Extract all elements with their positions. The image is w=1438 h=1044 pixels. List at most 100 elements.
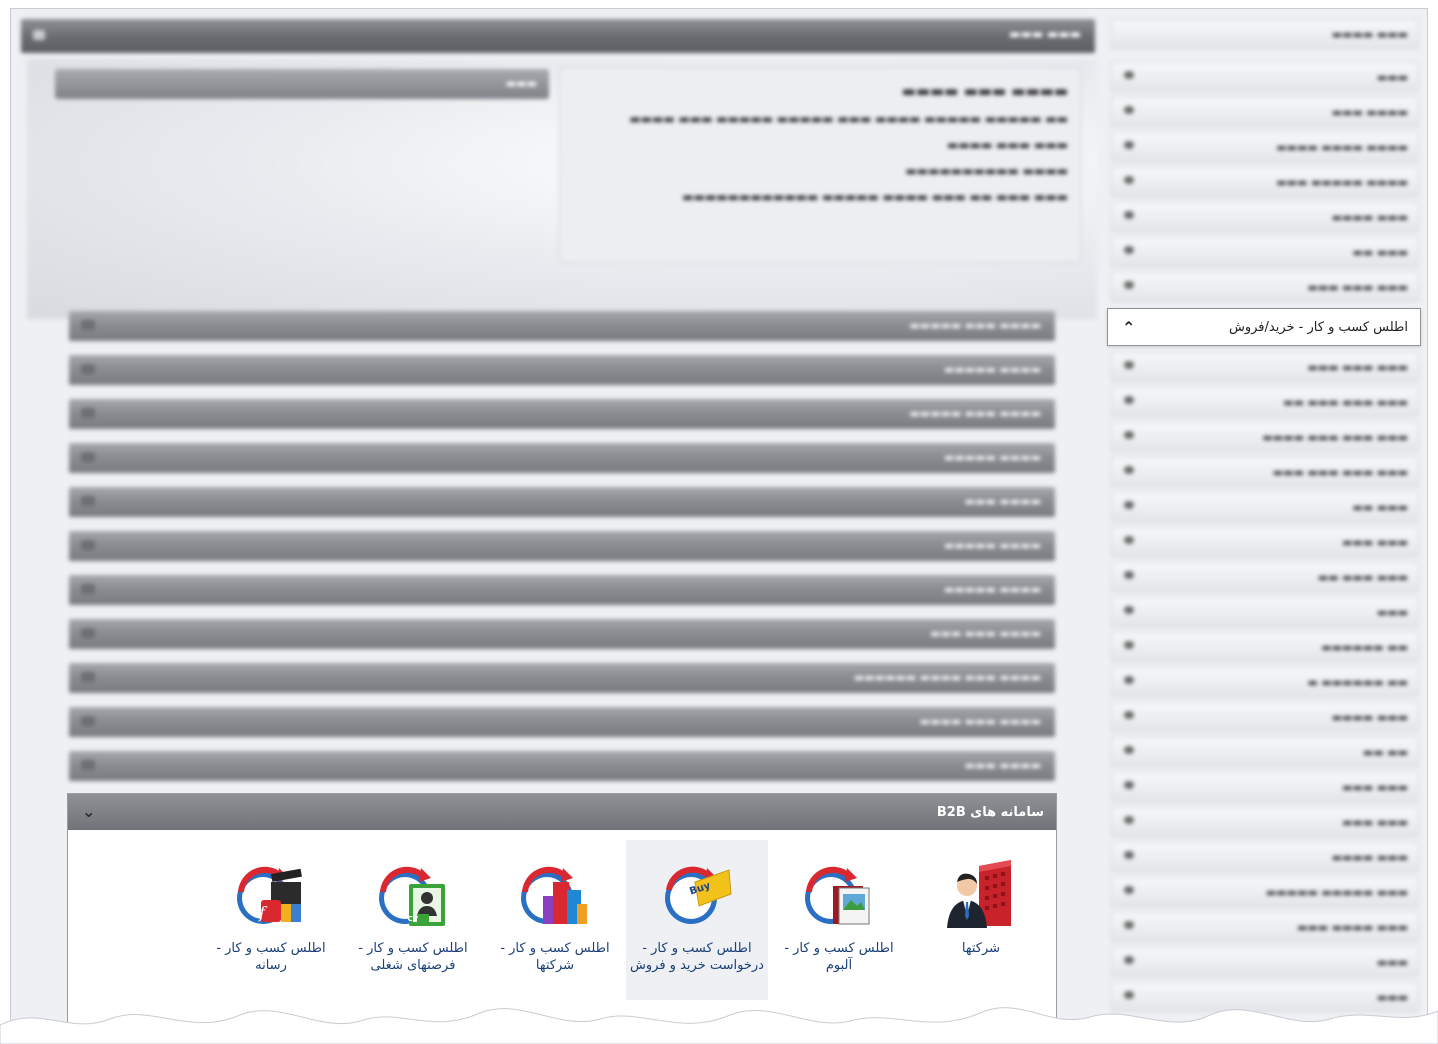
- sidebar-item[interactable]: ▬▬▬ ▬▬▬▬ ▬▬▬: [1111, 912, 1419, 942]
- header-collapse-icon[interactable]: [33, 30, 45, 40]
- tile-label: اطلس کسب و کار - فرصتهای شغلی: [358, 941, 468, 973]
- chevron-down-icon[interactable]: ⌄: [82, 804, 95, 820]
- chevron-icon: [1124, 746, 1134, 754]
- torn-edge-decoration: [0, 1007, 1438, 1044]
- mini-panel-bar[interactable]: ▬▬▬: [55, 69, 549, 99]
- panel-bar[interactable]: ▬▬▬▬ ▬▬▬▬▬: [69, 443, 1055, 473]
- sidebar-item[interactable]: ▬▬▬ ▬▬▬▬: [1111, 19, 1419, 49]
- b2b-tile-companies[interactable]: شرکتها: [910, 840, 1052, 1000]
- sidebar-item[interactable]: ▬▬▬ ▬▬▬▬: [1111, 202, 1419, 232]
- sidebar-item[interactable]: ▬▬▬ ▬▬▬: [1111, 527, 1419, 557]
- panel-collapse-icon: [81, 408, 95, 418]
- panel-collapse-icon: [81, 716, 95, 726]
- cv-jobs-icon: CV: [379, 866, 445, 926]
- chevron-icon: [1124, 606, 1134, 614]
- main-header-bar: ▬▬▬ ▬▬▬: [21, 19, 1095, 53]
- chevron-icon: [1124, 851, 1134, 859]
- panel-bar[interactable]: ▬▬▬▬ ▬▬▬▬▬: [69, 355, 1055, 385]
- panel-collapse-icon: [81, 496, 95, 506]
- sidebar-item[interactable]: ▬▬ ▬▬▬▬▬▬ ▬: [1111, 667, 1419, 697]
- sidebar-item[interactable]: ▬▬▬ ▬▬▬ ▬▬▬: [1111, 272, 1419, 302]
- sidebar-item[interactable]: ▬▬▬ ▬▬: [1111, 492, 1419, 522]
- chevron-up-icon[interactable]: ⌃: [1122, 318, 1135, 337]
- b2b-tile-media[interactable]: f اطلس کسب و کار - رسانه: [200, 840, 342, 1000]
- sidebar-item-label: ▬▬ ▬▬▬▬▬▬ ▬: [1307, 676, 1408, 689]
- header-title: ▬▬▬ ▬▬▬: [1009, 27, 1081, 41]
- sidebar-item[interactable]: ▬▬▬ ▬▬▬ ▬▬▬: [1111, 352, 1419, 382]
- app-window: ▬▬▬ ▬▬▬ ▬▬▬ ▬▬▬▬ ▬▬▬ ▬▬▬▬ ▬▬ ▬▬▬▬▬ ▬▬▬▬▬…: [10, 8, 1428, 1038]
- chevron-icon: [1124, 641, 1134, 649]
- chevron-icon: [1124, 781, 1134, 789]
- sidebar-item-label: ▬▬▬ ▬▬▬▬▬ ▬▬▬▬▬: [1265, 886, 1408, 899]
- sidebar-item[interactable]: ▬▬▬ ▬▬▬ ▬▬▬ ▬▬▬▬: [1111, 422, 1419, 452]
- panel-bar-title: ▬▬▬▬ ▬▬▬ ▬▬▬▬ ▬▬▬▬▬▬: [853, 671, 1041, 684]
- panel-bar[interactable]: ▬▬▬▬ ▬▬▬: [69, 751, 1055, 781]
- panel-bar[interactable]: ▬▬▬▬ ▬▬▬ ▬▬▬▬▬: [69, 399, 1055, 429]
- chevron-icon: [1124, 71, 1134, 79]
- chevron-icon: [1124, 281, 1134, 289]
- sidebar-item-label: ▬▬ ▬▬: [1362, 746, 1408, 759]
- panel-bar[interactable]: ▬▬▬▬ ▬▬▬ ▬▬▬▬▬: [69, 311, 1055, 341]
- panel-bar-title: ▬▬▬▬ ▬▬▬▬▬: [943, 363, 1041, 376]
- last-login: ▬▬▬ ▬▬▬ ▬▬ ▬▬▬ ▬▬▬▬ ▬▬▬▬▬ ▬▬▬▬▬▬▬▬▬▬▬▬: [682, 190, 1068, 204]
- login-time: ▬▬▬ ▬▬▬ ▬▬▬▬: [946, 138, 1068, 152]
- sidebar-item-label: ▬▬▬ ▬▬▬ ▬▬▬ ▬▬▬: [1272, 466, 1408, 479]
- sidebar-item[interactable]: ▬▬▬ ▬▬▬ ▬▬▬ ▬▬: [1111, 387, 1419, 417]
- sidebar-item[interactable]: ▬▬▬ ▬▬▬▬: [1111, 842, 1419, 872]
- media-icon: f: [237, 866, 302, 924]
- sidebar-item-label: ▬▬▬ ▬▬: [1352, 501, 1408, 514]
- panel-collapse-icon: [81, 628, 95, 638]
- b2b-tile-buy-sell[interactable]: Buy sell اطلس کسب و کار - درخواست خرید و…: [626, 840, 768, 1000]
- b2b-tile-album[interactable]: اطلس کسب و کار - آلبوم: [768, 840, 910, 1000]
- sidebar-item-active[interactable]: اطلس کسب و کار - خرید/فروش ⌃: [1107, 308, 1421, 346]
- b2b-tile-atlas-companies[interactable]: اطلس کسب و کار - شرکتها: [484, 840, 626, 1000]
- album-icon: [805, 866, 870, 925]
- sidebar-item-label: ▬▬▬▬ ▬▬▬▬▬ ▬▬▬: [1276, 176, 1408, 189]
- sidebar-item[interactable]: ▬▬▬ ▬▬▬ ▬▬: [1111, 562, 1419, 592]
- sidebar-item[interactable]: ▬▬▬: [1111, 62, 1419, 92]
- sidebar-item-active-label: اطلس کسب و کار - خرید/فروش: [1228, 319, 1408, 335]
- chevron-icon: [1124, 141, 1134, 149]
- sidebar-item[interactable]: ▬▬▬▬ ▬▬▬: [1111, 97, 1419, 127]
- sidebar-item-label: ▬▬▬ ▬▬▬▬ ▬▬▬: [1297, 921, 1408, 934]
- sidebar-item-label: ▬▬▬ ▬▬▬▬: [1331, 211, 1408, 224]
- panel-bar[interactable]: ▬▬▬▬ ▬▬▬ ▬▬▬▬ ▬▬▬▬▬▬: [69, 663, 1055, 693]
- chevron-icon: [1124, 711, 1134, 719]
- buy-sell-icon: Buy sell: [665, 866, 732, 924]
- welcome-message: ▬▬ ▬▬▬▬▬ ▬▬▬▬▬ ▬▬▬▬ ▬▬▬ ▬▬▬▬▬ ▬▬▬▬▬ ▬▬▬ …: [629, 112, 1068, 126]
- sidebar-item[interactable]: ▬▬▬: [1111, 597, 1419, 627]
- panel-bar[interactable]: ▬▬▬▬ ▬▬▬ ▬▬▬▬: [69, 707, 1055, 737]
- chevron-icon: [1124, 676, 1134, 684]
- sidebar-item-label: ▬▬▬▬ ▬▬▬▬ ▬▬▬▬: [1276, 141, 1408, 154]
- chevron-icon: [1124, 361, 1134, 369]
- sidebar-item-label: ▬▬▬▬ ▬▬▬: [1331, 106, 1408, 119]
- sidebar-item[interactable]: ▬▬▬▬ ▬▬▬▬ ▬▬▬▬: [1111, 132, 1419, 162]
- sidebar-item-label: ▬▬▬ ▬▬▬▬: [1331, 28, 1408, 41]
- tile-label: اطلس کسب و کار - آلبوم: [784, 941, 894, 973]
- chevron-icon: [1124, 571, 1134, 579]
- sidebar-item[interactable]: ▬▬ ▬▬: [1111, 737, 1419, 767]
- b2b-panel-header[interactable]: سامانه های B2B ⌄: [68, 794, 1056, 830]
- chevron-icon: [1124, 501, 1134, 509]
- sidebar-item[interactable]: ▬▬▬ ▬▬▬ ▬▬▬ ▬▬▬: [1111, 457, 1419, 487]
- panel-bar[interactable]: ▬▬▬▬ ▬▬▬: [69, 487, 1055, 517]
- sidebar-item[interactable]: ▬▬▬: [1111, 947, 1419, 977]
- sidebar-item[interactable]: ▬▬▬ ▬▬▬▬▬ ▬▬▬▬▬: [1111, 877, 1419, 907]
- panel-bar-title: ▬▬▬▬ ▬▬▬ ▬▬▬▬: [919, 715, 1041, 728]
- sidebar-item[interactable]: ▬▬▬ ▬▬: [1111, 237, 1419, 267]
- panel-collapse-icon: [81, 540, 95, 550]
- sidebar-item[interactable]: ▬▬ ▬▬▬▬▬▬: [1111, 632, 1419, 662]
- tile-label: اطلس کسب و کار - شرکتها: [500, 941, 610, 973]
- sidebar-item[interactable]: ▬▬▬▬ ▬▬▬▬▬ ▬▬▬: [1111, 167, 1419, 197]
- sidebar-item[interactable]: ▬▬▬ ▬▬▬: [1111, 772, 1419, 802]
- panel-bar[interactable]: ▬▬▬▬ ▬▬▬▬▬: [69, 531, 1055, 561]
- sidebar-item[interactable]: ▬▬▬ ▬▬▬: [1111, 807, 1419, 837]
- sidebar-item-label: ▬▬▬ ▬▬▬ ▬▬: [1317, 571, 1408, 584]
- b2b-tile-jobs[interactable]: CV اطلس کسب و کار - فرصتهای شغلی: [342, 840, 484, 1000]
- panel-bar[interactable]: ▬▬▬▬ ▬▬▬▬▬: [69, 575, 1055, 605]
- sidebar-item[interactable]: ▬▬▬ ▬▬▬▬: [1111, 702, 1419, 732]
- sidebar-item-label: ▬▬▬ ▬▬: [1352, 246, 1408, 259]
- panel-bar-title: ▬▬▬▬ ▬▬▬: [964, 759, 1041, 772]
- chevron-icon: [1124, 211, 1134, 219]
- panel-bar[interactable]: ▬▬▬▬ ▬▬▬ ▬▬▬: [69, 619, 1055, 649]
